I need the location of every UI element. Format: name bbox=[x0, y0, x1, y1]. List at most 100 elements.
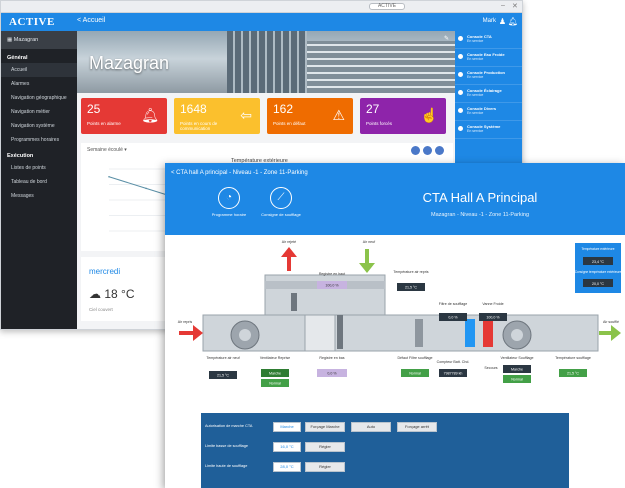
console-status: En service bbox=[467, 57, 484, 61]
console-item[interactable]: Console Divers En service bbox=[455, 103, 522, 121]
page-subtitle: Mazagran - Niveau -1 - Zone 11-Parking bbox=[430, 212, 530, 218]
sidebar-item-nav-metier[interactable]: Navigation métier bbox=[1, 105, 77, 119]
high-limit-value[interactable]: 28,0 °C bbox=[273, 462, 301, 472]
cta-header: < CTA hall A principal - Niveau -1 - Zon… bbox=[165, 163, 625, 235]
close-icon[interactable]: ✕ bbox=[512, 2, 518, 10]
top-bar: ACTIVE < Accueil Mark ♟ 🔔︎ bbox=[1, 13, 522, 31]
filter-fault-label: Défaut Filtre soufflage bbox=[397, 356, 432, 360]
console-item[interactable]: Console CTA En service bbox=[455, 31, 522, 49]
sidebar-item-alarmes[interactable]: Alarmes bbox=[1, 77, 77, 91]
diagram-labels: Air rejeté Air neuf Air repris Air soufflé R… bbox=[178, 240, 622, 387]
back-link[interactable]: < Accueil bbox=[77, 17, 105, 24]
brand-logo[interactable]: ACTIVE bbox=[9, 16, 55, 28]
damper-bottom bbox=[337, 315, 343, 349]
tile-alarmes[interactable]: 25 Points en alarme 🔔︎ bbox=[81, 98, 167, 134]
supply-filter-label: Filtre de soufflage bbox=[439, 302, 468, 306]
outdoor-temp-label: Température extérieure bbox=[582, 247, 615, 251]
bell-icon[interactable]: 🔔︎ bbox=[508, 17, 518, 26]
cta-window: < CTA hall A principal - Niveau -1 - Zon… bbox=[165, 163, 625, 488]
mixing-box bbox=[304, 314, 336, 352]
site-banner: Mazagran ✎ bbox=[77, 31, 455, 93]
settings-icon[interactable] bbox=[423, 146, 432, 155]
exhaust-air-label: Air rejeté bbox=[282, 240, 296, 244]
sidebar-item-nav-geo[interactable]: Navigation géographique bbox=[1, 91, 77, 105]
refresh-icon[interactable] bbox=[435, 146, 444, 155]
chart-period-select[interactable]: Semaine écoulé ▾ bbox=[81, 143, 453, 157]
browser-urlbar[interactable]: ACTIVE bbox=[369, 3, 405, 10]
console-item[interactable]: Console Système En service bbox=[455, 121, 522, 139]
sidebar-site[interactable]: ▦ Mazagran bbox=[1, 31, 77, 49]
breadcrumb[interactable]: < CTA hall A principal - Niveau -1 - Zon… bbox=[171, 170, 308, 176]
sidebar-item-programmes[interactable]: Programmes horaires bbox=[1, 133, 77, 147]
minimize-icon[interactable]: – bbox=[501, 2, 505, 9]
auto-button[interactable]: Auto bbox=[351, 422, 391, 432]
weather-day: mercredi bbox=[89, 267, 121, 276]
console-icon bbox=[458, 54, 463, 59]
console-status: En service bbox=[467, 111, 484, 115]
bell-icon: 🔔︎ bbox=[141, 107, 159, 123]
return-fan-hub bbox=[239, 329, 251, 341]
chart-point bbox=[108, 175, 110, 178]
supply-fan-state-value: Marche bbox=[511, 368, 523, 372]
zoom-icon[interactable] bbox=[411, 146, 420, 155]
tile-label: Points en alarme bbox=[87, 121, 121, 126]
program-label: Programme horaire bbox=[211, 212, 247, 217]
hand-icon: ☝ bbox=[420, 107, 438, 123]
gauge-icon: ⟋ bbox=[270, 187, 292, 209]
run-label: Autorisation de marche CTA bbox=[205, 424, 253, 428]
outdoor-setpoint-label: Consigne température extérieure bbox=[575, 270, 622, 274]
cold-valve-label: Vanne Froide bbox=[482, 302, 503, 306]
meter-label: Compteur Batt. Chd. bbox=[437, 360, 470, 364]
exhaust-arrow bbox=[281, 247, 297, 271]
supply-fan-mode-value: Normal bbox=[511, 378, 523, 382]
user-icon[interactable]: ♟ bbox=[499, 17, 506, 26]
low-limit-set-button[interactable]: Régler bbox=[305, 442, 345, 452]
force-on-button[interactable]: Forçage Marche bbox=[305, 422, 345, 432]
console-icon bbox=[458, 126, 463, 131]
return-temp-value: 21,5 °C bbox=[405, 286, 417, 290]
return-air-label: Air repris bbox=[178, 320, 193, 324]
program-button[interactable]: ◔ Programme horaire bbox=[205, 187, 253, 217]
console-icon bbox=[458, 72, 463, 77]
cooling-coil bbox=[465, 319, 475, 347]
low-limit-label: Limite basse de soufflage bbox=[205, 444, 248, 448]
high-limit-set-button[interactable]: Régler bbox=[305, 462, 345, 472]
tile-communication[interactable]: 1648 Points en cours de communication ⇦ bbox=[174, 98, 260, 134]
arrow-left-icon: ⇦ bbox=[240, 107, 252, 123]
sidebar-item-listes[interactable]: Listes de points bbox=[1, 161, 77, 175]
tile-label: Points en défaut bbox=[273, 121, 306, 126]
user-name[interactable]: Mark bbox=[483, 18, 496, 24]
supply-filter-value: 0,0 % bbox=[448, 316, 458, 320]
return-fan-mode-value: Normal bbox=[269, 382, 281, 386]
site-name: Mazagran bbox=[13, 37, 39, 43]
weather-card: mercredi ☁ 18 °C Ciel couvert bbox=[81, 257, 171, 321]
run-state: Marche bbox=[273, 422, 301, 432]
tile-value: 162 bbox=[273, 102, 294, 116]
building-icon: ▦ bbox=[7, 37, 13, 43]
clock-icon: ◔ bbox=[218, 187, 240, 209]
heating-coil bbox=[483, 319, 493, 347]
tile-forces[interactable]: 27 Points forcés ☝ bbox=[360, 98, 446, 134]
sidebar-section-execution: Exécution bbox=[7, 153, 34, 159]
supply-fan-label: Ventilateur Soufflage bbox=[500, 356, 533, 360]
sidebar-item-nav-systeme[interactable]: Navigation système bbox=[1, 119, 77, 133]
filter-fault-value: Normal bbox=[409, 372, 421, 376]
sidebar-item-messages[interactable]: Messages bbox=[1, 189, 77, 203]
top-damper-value: 100,0 % bbox=[325, 284, 339, 288]
setpoint-label: Consigne de soufflage bbox=[261, 212, 301, 217]
console-item[interactable]: Console Production En service bbox=[455, 67, 522, 85]
console-icon bbox=[458, 36, 463, 41]
kpi-tiles: 25 Points en alarme 🔔︎ 1648 Points en co… bbox=[81, 98, 453, 136]
setpoint-button[interactable]: ⟋ Consigne de soufflage bbox=[257, 187, 305, 217]
banner-building-photo-2 bbox=[307, 41, 455, 93]
pin-icon[interactable]: ✎ bbox=[444, 35, 449, 42]
sidebar-item-accueil[interactable]: Accueil bbox=[1, 63, 77, 77]
low-limit-value[interactable]: 16,0 °C bbox=[273, 442, 301, 452]
tile-label: Points en cours de communication bbox=[180, 121, 218, 131]
force-off-button[interactable]: Forçage arrêt bbox=[397, 422, 437, 432]
outdoor-temp-value: 23,4 °C bbox=[592, 260, 604, 264]
sidebar-item-tableau[interactable]: Tableau de bord bbox=[1, 175, 77, 189]
console-item[interactable]: Console Eau Froide En service bbox=[455, 49, 522, 67]
tile-defaut[interactable]: 162 Points en défaut ⚠ bbox=[267, 98, 353, 134]
console-item[interactable]: Console Éclairage En service bbox=[455, 85, 522, 103]
